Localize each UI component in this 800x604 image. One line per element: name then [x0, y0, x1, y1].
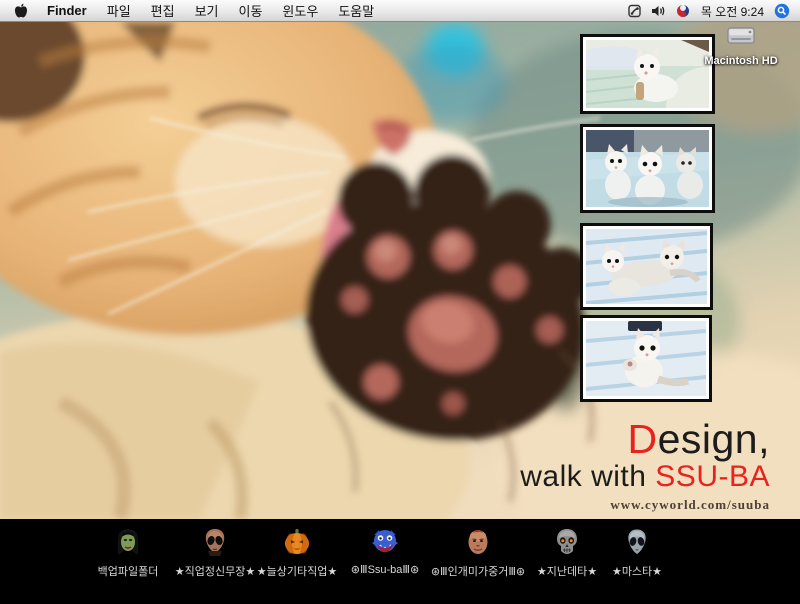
- bald-man-icon: [463, 527, 493, 557]
- pumpkin-icon: [282, 527, 312, 557]
- hard-disk-icon: [726, 34, 756, 51]
- caption-subline-prefix: walk with: [520, 460, 655, 493]
- menu-item-edit[interactable]: 편집: [141, 0, 185, 22]
- kitten-photo-3-art: [586, 229, 707, 304]
- caption-headline-accent: D: [627, 416, 657, 462]
- witch-face-icon: [113, 527, 143, 557]
- menu-bar-left: Finder 파일 편집 보기 이동 윈도우 도움말: [0, 0, 384, 22]
- caption-headline-rest: esign,: [658, 416, 770, 462]
- kitten-photo-1: [580, 34, 715, 114]
- caption-headline: Design,: [520, 418, 770, 461]
- desktop-screen: Design, walk with SSU-BA www.cyworld.com…: [0, 0, 800, 604]
- blue-devil-icon: [370, 527, 400, 557]
- menu-item-go[interactable]: 이동: [229, 0, 273, 22]
- korean-flag-icon[interactable]: [673, 0, 693, 22]
- desktop-icon-label: ★마스타★: [572, 563, 702, 579]
- menu-clock[interactable]: 목 오전 9:24: [697, 3, 768, 20]
- phone-status-icon[interactable]: [625, 0, 645, 22]
- caption-subline-accent: SSU-BA: [655, 460, 770, 493]
- menu-item-file[interactable]: 파일: [97, 0, 141, 22]
- menu-item-help[interactable]: 도움말: [328, 0, 384, 22]
- kitten-photo-1-art: [586, 40, 709, 108]
- apple-menu[interactable]: [0, 3, 37, 19]
- kitten-photo-2: [580, 124, 715, 213]
- menu-item-window[interactable]: 윈도우: [272, 0, 328, 22]
- menu-item-view[interactable]: 보기: [185, 0, 229, 22]
- gray-alien-icon: [622, 527, 652, 557]
- hd-label: Macintosh HD: [698, 55, 784, 67]
- wallpaper-caption: Design, walk with SSU-BA www.cyworld.com…: [520, 418, 770, 511]
- volume-icon[interactable]: [649, 0, 669, 22]
- brown-alien-icon: [200, 527, 230, 557]
- apple-logo-icon: [14, 3, 28, 19]
- kitten-photo-3: [580, 223, 713, 310]
- caption-url: www.cyworld.com/suuba: [520, 498, 770, 512]
- desktop-icon-master[interactable]: ★마스타★: [572, 527, 702, 579]
- kitten-photo-2-art: [586, 130, 709, 207]
- menu-item-finder[interactable]: Finder: [37, 0, 97, 22]
- desktop-icon-macintosh-hd[interactable]: Macintosh HD: [698, 25, 784, 67]
- kitten-photo-4: [580, 315, 712, 402]
- menu-bar: Finder 파일 편집 보기 이동 윈도우 도움말: [0, 0, 800, 22]
- caption-subline: walk with SSU-BA: [520, 461, 770, 492]
- desktop-icon-strip: 백업파일폴더 ★직업정신무장★: [0, 519, 800, 604]
- menu-bar-status: 목 오전 9:24: [625, 0, 800, 22]
- spotlight-search-icon[interactable]: [772, 0, 792, 22]
- kitten-photo-4-art: [586, 321, 706, 396]
